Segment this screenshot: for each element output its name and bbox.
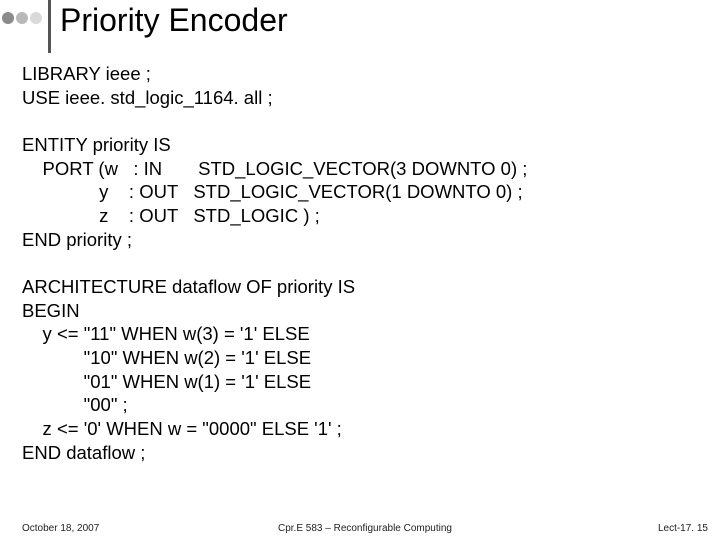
footer-course: Cpr.E 583 – Reconfigurable Computing: [22, 523, 708, 534]
bullet-dot-icon: [16, 12, 28, 24]
slide-footer: October 18, 2007 Cpr.E 583 – Reconfigura…: [22, 523, 708, 534]
title-divider: [48, 0, 51, 53]
slide: Priority Encoder LIBRARY ieee ; USE ieee…: [0, 0, 720, 540]
bullet-dot-icon: [2, 12, 14, 24]
code-block: LIBRARY ieee ; USE ieee. std_logic_1164.…: [22, 62, 702, 464]
slide-title: Priority Encoder: [60, 2, 288, 39]
decorative-bullets: [2, 12, 42, 24]
slide-header: Priority Encoder: [0, 0, 720, 60]
bullet-dot-icon: [30, 12, 42, 24]
